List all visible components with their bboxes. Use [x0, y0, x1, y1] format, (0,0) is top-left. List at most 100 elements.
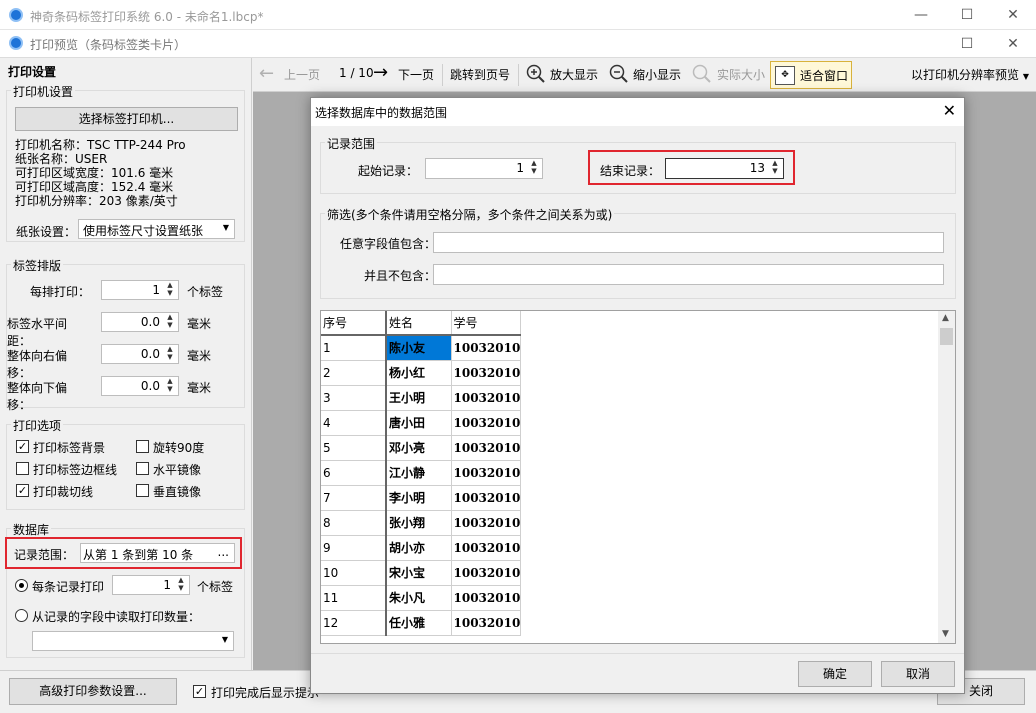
cell-name[interactable]: 张小翔 [386, 510, 452, 536]
table-row[interactable]: 9 胡小亦 10032010 [321, 535, 522, 561]
cell-id[interactable]: 10032010 [451, 435, 522, 461]
cell-seq: 12 [321, 610, 387, 636]
cell-name[interactable]: 杨小红 [386, 360, 452, 386]
rotate-checkbox[interactable] [136, 440, 149, 453]
cell-id[interactable]: 10032010 [451, 385, 522, 411]
spinner-arrows-icon[interactable]: ▲ ▼ [175, 576, 187, 592]
excludes-input[interactable] [433, 264, 944, 285]
print-per-record-label: 每条记录打印 [32, 580, 105, 594]
cell-id[interactable]: 10032010 [451, 585, 522, 611]
maximize-icon[interactable]: ☐ [944, 0, 990, 30]
contains-input[interactable] [433, 232, 944, 253]
table-row[interactable]: 6 江小静 10032010 [321, 460, 522, 486]
scrollbar-thumb[interactable] [940, 328, 953, 345]
printable-height: 可打印区域高度：152.4 毫米 [15, 180, 174, 194]
cell-name[interactable]: 胡小亦 [386, 535, 452, 561]
table-row[interactable]: 3 王小明 10032010 [321, 385, 522, 411]
advanced-settings-button[interactable]: 高级打印参数设置... [9, 678, 177, 705]
cell-name[interactable]: 邓小亮 [386, 435, 452, 461]
read-from-field-radio[interactable] [15, 609, 28, 622]
print-border-checkbox[interactable] [16, 462, 29, 475]
spinner-arrows-icon[interactable]: ▲ ▼ [528, 159, 540, 175]
table-row[interactable]: 10 宋小宝 10032010 [321, 560, 522, 586]
table-row[interactable]: 2 杨小红 10032010 [321, 360, 522, 386]
select-printer-button[interactable]: 选择标签打印机... [15, 107, 238, 131]
record-range-button[interactable]: ... [218, 545, 229, 559]
minimize-icon[interactable]: — [898, 0, 944, 30]
table-row[interactable]: 11 朱小凡 10032010 [321, 585, 522, 611]
table-row[interactable]: 5 邓小亮 10032010 [321, 435, 522, 461]
spinner-arrows-icon[interactable]: ▲ ▼ [164, 281, 176, 297]
zoom-in-button[interactable]: 放大显示 [550, 66, 598, 83]
spinner-arrows-icon[interactable]: ▲ ▼ [164, 345, 176, 361]
chevron-down-icon[interactable]: ▼ [942, 629, 949, 639]
cell-name[interactable]: 王小明 [386, 385, 452, 411]
cell-id[interactable]: 10032010 [451, 410, 522, 436]
data-range-dialog: 选择数据库中的数据范围 ✕ 记录范围 起始记录： 1 ▲ ▼ 结束记录： 13 ▲ ▼ … [310, 97, 965, 694]
grid-scrollbar[interactable]: ▲ ▼ [938, 311, 955, 643]
column-header-name[interactable]: 姓名 [386, 311, 452, 336]
cell-id[interactable]: 10032010 [451, 335, 522, 361]
h-mirror-checkbox[interactable] [136, 462, 149, 475]
cell-id[interactable]: 10032010 [451, 610, 522, 636]
cell-id[interactable]: 10032010 [451, 460, 522, 486]
paper-setting-select[interactable]: 使用标签尺寸设置纸张 ▼ [78, 219, 235, 239]
actual-size-button[interactable]: 实际大小 [717, 66, 765, 83]
records-grid[interactable]: 序号 姓名 学号 1 陈小友 10032010 2 杨小红 10032010 3 王小明 1… [320, 310, 956, 644]
spinner-arrows-icon[interactable]: ▲ ▼ [164, 313, 176, 329]
prev-page-button[interactable]: 上一页 [284, 66, 320, 83]
per-record-spinner[interactable]: 1 ▲ ▼ [112, 575, 190, 595]
cell-name[interactable]: 陈小友 [386, 335, 452, 361]
ok-button[interactable]: 确定 [798, 661, 872, 687]
end-record-spinner[interactable]: 13 ▲ ▼ [665, 158, 784, 179]
next-page-button[interactable]: 下一页 [398, 66, 434, 83]
fit-window-button[interactable]: ✥ 适合窗口 [770, 61, 852, 89]
table-row[interactable]: 1 陈小友 10032010 [321, 335, 522, 361]
start-record-spinner[interactable]: 1 ▲ ▼ [425, 158, 543, 179]
cell-name[interactable]: 朱小凡 [386, 585, 452, 611]
column-header-seq[interactable]: 序号 [321, 311, 387, 336]
spinner-arrows-icon[interactable]: ▲ ▼ [769, 159, 781, 175]
cell-id[interactable]: 10032010 [451, 535, 522, 561]
cell-id[interactable]: 10032010 [451, 510, 522, 536]
maximize-icon[interactable]: ☐ [944, 29, 990, 59]
per-row-label: 每排打印： [29, 285, 90, 299]
offset-right-spinner[interactable]: 0.0 ▲ ▼ [101, 344, 179, 364]
close-icon[interactable]: ✕ [990, 0, 1036, 30]
offset-down-label: 整体向下偏移： [7, 381, 68, 412]
record-range-field[interactable]: 从第 1 条到第 10 条 ... [80, 543, 235, 563]
jump-page-button[interactable]: 跳转到页号 [450, 66, 510, 83]
record-range-value: 从第 1 条到第 10 条 [83, 548, 194, 562]
cell-seq: 9 [321, 535, 387, 561]
quantity-field-select[interactable]: ▼ [32, 631, 234, 651]
cell-id[interactable]: 10032010 [451, 485, 522, 511]
cell-name[interactable]: 任小雅 [386, 610, 452, 636]
v-mirror-checkbox[interactable] [136, 484, 149, 497]
print-per-record-radio[interactable] [15, 579, 28, 592]
cell-name[interactable]: 宋小宝 [386, 560, 452, 586]
cell-id[interactable]: 10032010 [451, 360, 522, 386]
table-row[interactable]: 4 唐小田 10032010 [321, 410, 522, 436]
cancel-button[interactable]: 取消 [881, 661, 955, 687]
cell-name[interactable]: 江小静 [386, 460, 452, 486]
table-row[interactable]: 8 张小翔 10032010 [321, 510, 522, 536]
dialog-close-icon[interactable]: ✕ [943, 101, 956, 120]
column-header-id[interactable]: 学号 [451, 311, 522, 336]
per-row-spinner[interactable]: 1 ▲ ▼ [101, 280, 179, 300]
show-tip-checkbox[interactable]: ✓ [193, 685, 206, 698]
h-spacing-spinner[interactable]: 0.0 ▲ ▼ [101, 312, 179, 332]
chevron-up-icon[interactable]: ▲ [942, 313, 949, 323]
table-row[interactable]: 7 李小明 10032010 [321, 485, 522, 511]
preview-mode-select[interactable]: 以打印机分辨率预览 ▼ [911, 66, 1029, 83]
print-background-checkbox[interactable]: ✓ [16, 440, 29, 453]
offset-down-spinner[interactable]: 0.0 ▲ ▼ [101, 376, 179, 396]
cell-name[interactable]: 李小明 [386, 485, 452, 511]
cell-id[interactable]: 10032010 [451, 560, 522, 586]
table-row[interactable]: 12 任小雅 10032010 [321, 610, 522, 636]
cell-name[interactable]: 唐小田 [386, 410, 452, 436]
fit-window-icon: ✥ [775, 66, 795, 85]
zoom-out-button[interactable]: 缩小显示 [633, 66, 681, 83]
spinner-arrows-icon[interactable]: ▲ ▼ [164, 377, 176, 393]
print-cutline-checkbox[interactable]: ✓ [16, 484, 29, 497]
close-icon[interactable]: ✕ [990, 29, 1036, 59]
